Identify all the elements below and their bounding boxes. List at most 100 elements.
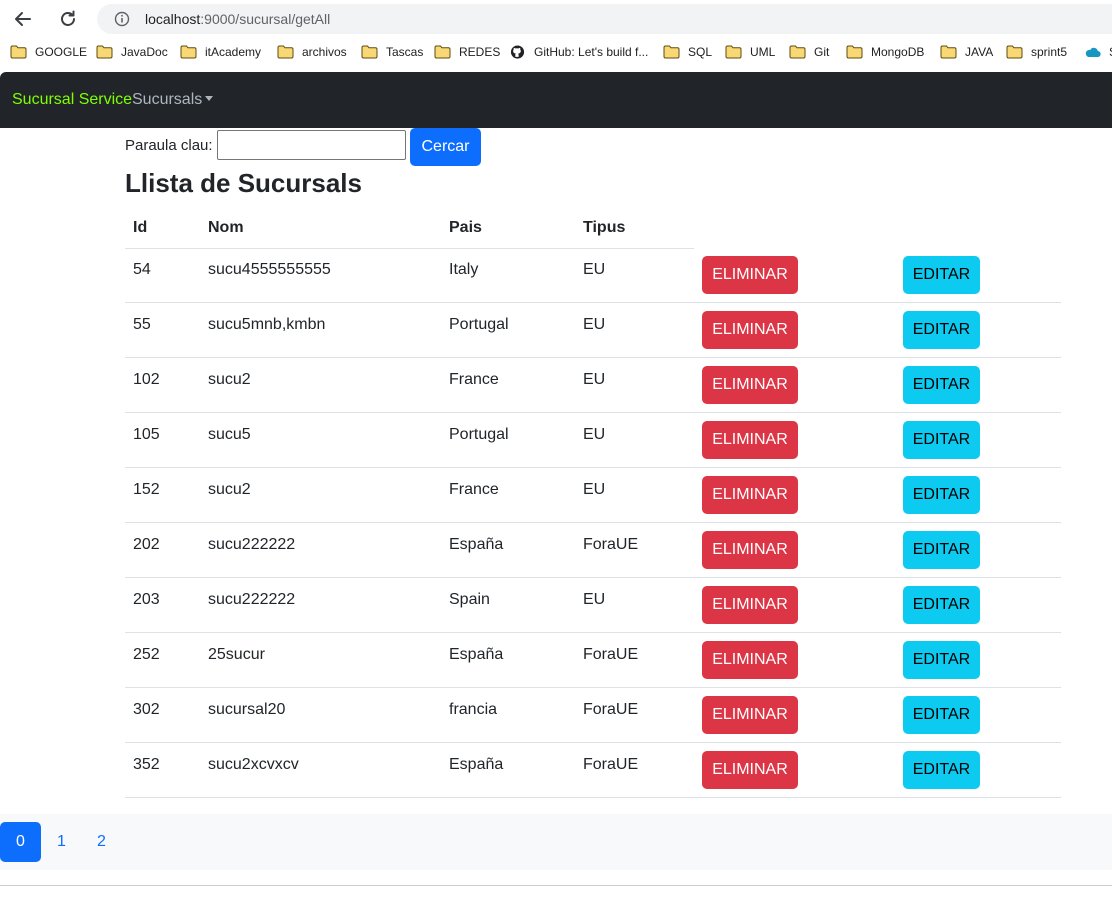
- delete-button[interactable]: ELIMINAR: [702, 751, 798, 789]
- cell-id: 152: [133, 481, 160, 498]
- folder-icon: [725, 45, 742, 59]
- bookmark-item[interactable]: sprint5: [1006, 45, 1067, 59]
- address-bar[interactable]: localhost:9000/sucursal/getAll: [97, 4, 1112, 34]
- search-button[interactable]: Cercar: [410, 128, 481, 166]
- cell-tipus: EU: [583, 371, 606, 388]
- header-nom: Nom: [208, 219, 244, 236]
- delete-button[interactable]: ELIMINAR: [702, 476, 798, 514]
- delete-button[interactable]: ELIMINAR: [702, 696, 798, 734]
- sucursals-dropdown[interactable]: Sucursals: [132, 91, 214, 109]
- site-info-icon[interactable]: [114, 11, 130, 27]
- bookmark-label: GitHub: Let's build f...: [534, 45, 649, 59]
- bookmark-item[interactable]: REDES: [434, 45, 500, 59]
- edit-button[interactable]: EDITAR: [903, 311, 980, 349]
- bookmark-label: Git: [814, 45, 830, 59]
- cell-pais: Portugal: [449, 316, 509, 333]
- pagination: 012: [0, 814, 1112, 870]
- page-link-2[interactable]: 2: [81, 822, 122, 862]
- delete-button[interactable]: ELIMINAR: [702, 311, 798, 349]
- cell-id: 302: [133, 701, 160, 718]
- cell-nom: sucu5mnb,kmbn: [208, 316, 326, 333]
- bookmark-item[interactable]: JAVA: [940, 45, 993, 59]
- bookmark-item[interactable]: archivos: [277, 45, 347, 59]
- bookmark-label: GOOGLE: [35, 45, 88, 59]
- sucursals-dropdown-label: Sucursals: [132, 91, 203, 108]
- table-row: 102 sucu2 France EU ELIMINAR EDITAR: [125, 358, 1061, 413]
- delete-button[interactable]: ELIMINAR: [702, 366, 798, 404]
- folder-icon: [96, 45, 113, 59]
- edit-button[interactable]: EDITAR: [903, 531, 980, 569]
- cell-nom: sucu2xcvxcv: [208, 756, 299, 773]
- cell-nom: sucu5: [208, 426, 251, 443]
- cell-pais: España: [449, 646, 504, 663]
- bookmark-label: SQL: [688, 45, 713, 59]
- edit-button[interactable]: EDITAR: [903, 366, 980, 404]
- header-pais: Pais: [449, 219, 482, 236]
- cell-pais: France: [449, 481, 499, 498]
- page-title: Llista de Sucursals: [125, 168, 362, 198]
- cell-tipus: ForaUE: [583, 646, 639, 663]
- keyword-label: Paraula clau:: [125, 137, 213, 154]
- cell-tipus: EU: [583, 316, 606, 333]
- delete-button[interactable]: ELIMINAR: [702, 256, 798, 294]
- bookmark-item[interactable]: JavaDoc: [96, 45, 168, 59]
- edit-button[interactable]: EDITAR: [903, 476, 980, 514]
- edit-button[interactable]: EDITAR: [903, 421, 980, 459]
- cell-id: 203: [133, 591, 160, 608]
- caret-down-icon: [205, 96, 214, 101]
- bookmark-item[interactable]: UML: [725, 45, 775, 59]
- edit-button[interactable]: EDITAR: [903, 696, 980, 734]
- keyword-input[interactable]: [217, 130, 406, 160]
- cell-nom: sucu4555555555: [208, 261, 331, 278]
- cell-id: 55: [133, 316, 151, 333]
- edit-button[interactable]: EDITAR: [903, 751, 980, 789]
- folder-icon: [1006, 45, 1023, 59]
- edit-button[interactable]: EDITAR: [903, 586, 980, 624]
- bookmark-item[interactable]: itAcademy: [180, 45, 261, 59]
- cell-pais: Spain: [449, 591, 490, 608]
- url-text: localhost:9000/sucursal/getAll: [145, 11, 331, 27]
- page-link-1[interactable]: 1: [41, 822, 82, 862]
- bookmark-label: REDES: [459, 45, 501, 59]
- delete-button[interactable]: ELIMINAR: [702, 421, 798, 459]
- table-row: 203 sucu222222 Spain EU ELIMINAR EDITAR: [125, 578, 1061, 633]
- folder-icon: [180, 45, 197, 59]
- bookmark-item[interactable]: Tascas: [361, 45, 423, 59]
- page-link-0[interactable]: 0: [0, 822, 41, 862]
- bookmark-item[interactable]: S: [1084, 45, 1112, 59]
- bookmark-item[interactable]: Git: [789, 45, 829, 59]
- bookmarks-bar: GOOGLE JavaDoc itAcademy archivos Tascas REDE…: [0, 38, 1112, 70]
- folder-icon: [846, 45, 863, 59]
- github-icon: [510, 45, 525, 59]
- edit-button[interactable]: EDITAR: [903, 641, 980, 679]
- bookmark-label: MongoDB: [871, 45, 925, 59]
- table-row: 252 25sucur España ForaUE ELIMINAR EDITAR: [125, 633, 1061, 688]
- cell-tipus: EU: [583, 426, 606, 443]
- delete-button[interactable]: ELIMINAR: [702, 586, 798, 624]
- bookmark-item[interactable]: MongoDB: [846, 45, 924, 59]
- cell-nom: 25sucur: [208, 646, 265, 663]
- table-header: Id Nom Pais Tipus: [125, 212, 694, 249]
- delete-button[interactable]: ELIMINAR: [702, 641, 798, 679]
- cell-tipus: EU: [583, 481, 606, 498]
- bookmark-item[interactable]: SQL: [663, 45, 712, 59]
- header-tipus: Tipus: [583, 219, 626, 236]
- cell-id: 352: [133, 756, 160, 773]
- cell-pais: francia: [449, 701, 498, 718]
- cell-pais: Portugal: [449, 426, 509, 443]
- folder-icon: [277, 45, 294, 59]
- reload-icon[interactable]: [55, 6, 81, 32]
- table-body: 54 sucu4555555555 Italy EU ELIMINAR EDITAR 55 s…: [125, 248, 1061, 798]
- navbar-brand[interactable]: Sucursal Service: [12, 91, 132, 109]
- table-row: 105 sucu5 Portugal EU ELIMINAR EDITAR: [125, 413, 1061, 468]
- bookmark-item[interactable]: GOOGLE: [10, 45, 87, 59]
- edit-button[interactable]: EDITAR: [903, 256, 980, 294]
- cell-nom: sucu222222: [208, 591, 296, 608]
- bookmark-item[interactable]: GitHub: Let's build f...: [509, 45, 648, 59]
- delete-button[interactable]: ELIMINAR: [702, 531, 798, 569]
- cell-pais: Italy: [449, 261, 479, 278]
- cell-id: 105: [133, 426, 160, 443]
- back-arrow-icon[interactable]: [10, 6, 36, 32]
- bookmark-label: UML: [750, 45, 776, 59]
- cell-nom: sucu222222: [208, 536, 296, 553]
